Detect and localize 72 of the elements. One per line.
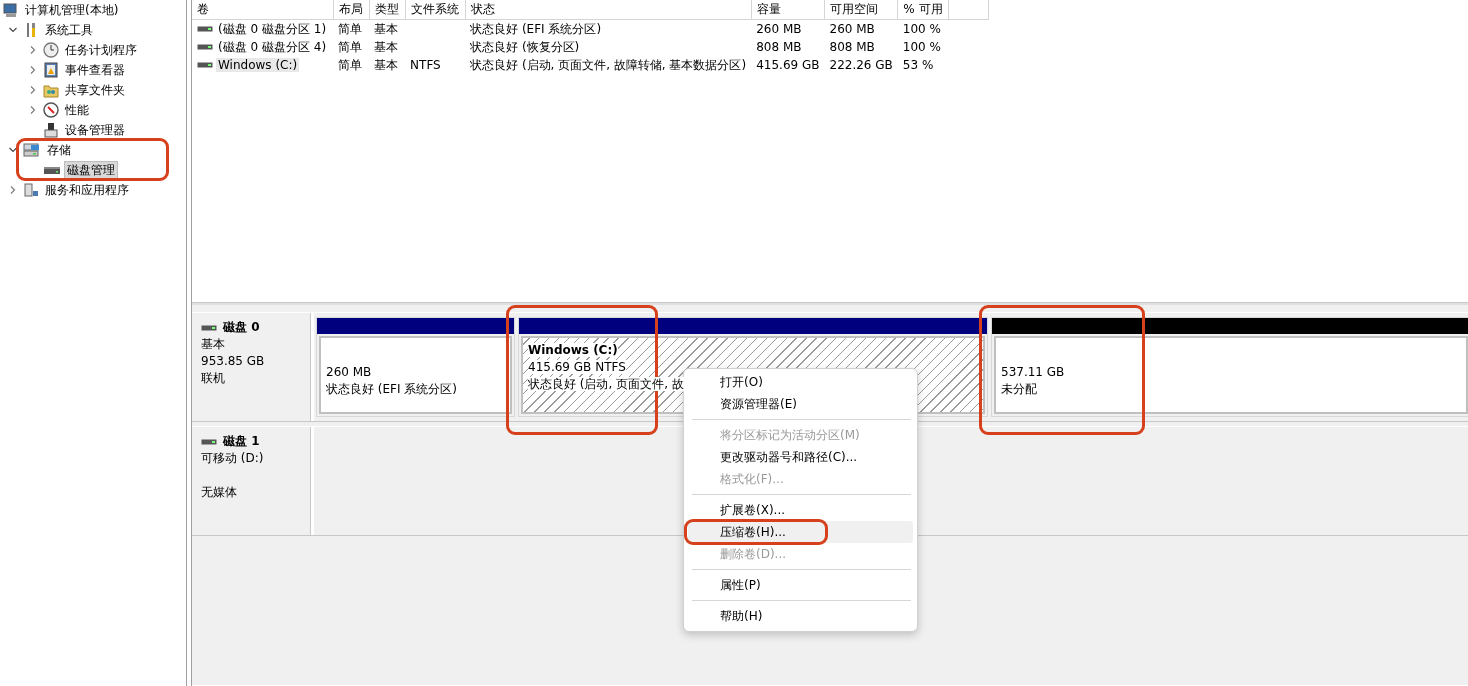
disk-info: 基本: [201, 337, 225, 351]
disk-drive-icon: [197, 24, 213, 34]
table-cell: 基本: [374, 57, 399, 72]
partition-info: 260 MB: [326, 365, 372, 379]
volume-name[interactable]: (磁盘 0 磁盘分区 4): [216, 38, 329, 56]
disk-drive-icon: [197, 60, 213, 70]
table-cell: 基本: [374, 39, 399, 54]
tree-item[interactable]: 存储: [44, 140, 74, 160]
tree-item[interactable]: 系统工具: [42, 20, 96, 40]
partition-info: 状态良好 (启动, 页面文件, 故: [528, 377, 684, 391]
tree-item[interactable]: 设备管理器: [62, 120, 128, 140]
partition-title: Windows (C:): [528, 343, 618, 357]
table-cell: 100 %: [902, 22, 941, 36]
storage-icon: [23, 142, 41, 158]
table-cell: 状态良好 (启动, 页面文件, 故障转储, 基本数据分区): [470, 57, 747, 72]
partition-info: 415.69 GB NTFS: [528, 360, 626, 374]
event-log-icon: [43, 62, 59, 78]
disk-name: 磁盘 1: [223, 433, 260, 450]
tree-item[interactable]: 任务计划程序: [62, 40, 140, 60]
services-icon: [23, 182, 39, 198]
column-header[interactable]: 类型: [369, 0, 406, 20]
partition-block[interactable]: 537.11 GB 未分配: [991, 317, 1468, 417]
partition-info: 未分配: [1001, 382, 1037, 396]
menu-item[interactable]: 扩展卷(X)...: [688, 499, 913, 521]
table-cell: 状态良好 (恢复分区): [470, 39, 580, 54]
menu-item[interactable]: 更改驱动器号和路径(C)...: [688, 446, 913, 468]
table-cell: 222.26 GB: [829, 58, 893, 72]
disk-info: 联机: [201, 371, 225, 385]
tree-item[interactable]: 事件查看器: [62, 60, 128, 80]
disk-info: 953.85 GB: [201, 354, 265, 368]
clock-icon: [43, 42, 59, 58]
disk-info: 可移动 (D:): [201, 451, 264, 465]
menu-item[interactable]: 打开(O): [688, 371, 913, 393]
column-header[interactable]: 布局: [333, 0, 370, 20]
table-cell: 808 MB: [756, 40, 802, 54]
table-cell: 状态良好 (EFI 系统分区): [470, 21, 602, 36]
column-header[interactable]: % 可用: [897, 0, 949, 20]
table-cell: 260 MB: [756, 22, 802, 36]
table-cell: 简单: [338, 57, 363, 72]
volume-name[interactable]: (磁盘 0 磁盘分区 1): [216, 20, 329, 38]
table-cell: 260 MB: [829, 22, 875, 36]
partition-info: 状态良好 (EFI 系统分区): [326, 382, 457, 396]
tree-item[interactable]: 性能: [62, 100, 92, 120]
menu-item[interactable]: 帮助(H): [688, 605, 913, 627]
tree-item[interactable]: 共享文件夹: [62, 80, 128, 100]
column-header[interactable]: 容量: [751, 0, 825, 20]
table-cell: 415.69 GB: [756, 58, 820, 72]
partition-block[interactable]: 260 MB 状态良好 (EFI 系统分区): [316, 317, 515, 417]
device-icon: [43, 122, 59, 138]
shared-folder-icon: [43, 82, 59, 98]
menu-item[interactable]: 属性(P): [688, 574, 913, 596]
table-cell: 简单: [338, 21, 363, 36]
gauge-icon: [43, 102, 59, 118]
disk-info: 无媒体: [201, 485, 237, 499]
disk-drive-icon: [197, 42, 213, 52]
table-cell: 808 MB: [829, 40, 875, 54]
tree-item[interactable]: 服务和应用程序: [42, 180, 132, 200]
table-cell: 简单: [338, 39, 363, 54]
column-header[interactable]: 卷: [192, 0, 334, 20]
column-header[interactable]: 可用空间: [824, 0, 898, 20]
table-cell: 基本: [374, 21, 399, 36]
table-cell: 53 %: [902, 58, 934, 72]
disk-name: 磁盘 0: [223, 319, 260, 336]
column-header[interactable]: 文件系统: [405, 0, 466, 20]
partition-info: 537.11 GB: [1001, 365, 1065, 379]
tree-item[interactable]: 计算机管理(本地): [22, 0, 122, 20]
table-cell: NTFS: [410, 58, 441, 72]
menu-item[interactable]: 压缩卷(H)...: [688, 521, 913, 543]
column-header[interactable]: 状态: [465, 0, 752, 20]
volume-name[interactable]: Windows (C:): [216, 58, 300, 72]
menu-item[interactable]: 资源管理器(E): [688, 393, 913, 415]
table-cell: 100 %: [902, 40, 941, 54]
